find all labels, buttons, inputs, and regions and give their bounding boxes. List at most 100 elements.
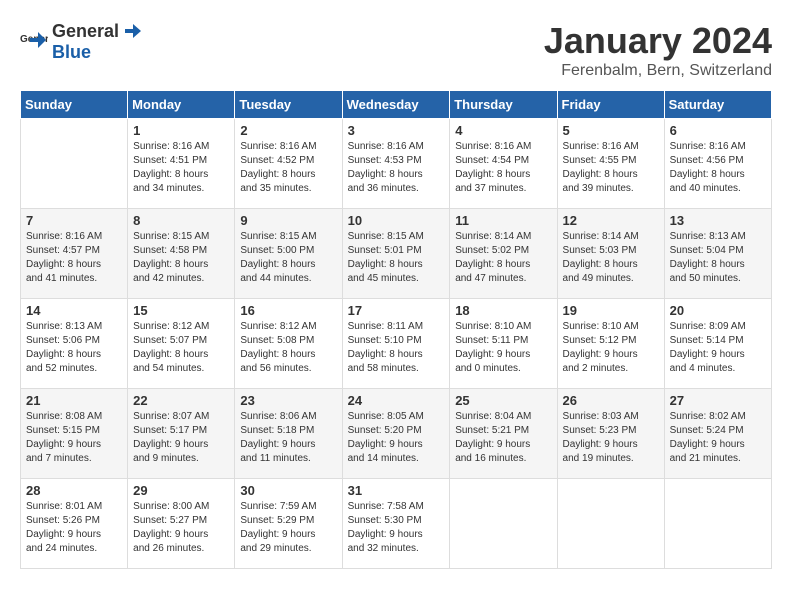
day-info: Sunrise: 8:03 AM Sunset: 5:23 PM Dayligh… [563,410,659,466]
day-number: 10 [348,213,445,228]
calendar-week-row: 1Sunrise: 8:16 AM Sunset: 4:51 PM Daylig… [21,119,772,209]
day-number: 13 [670,213,766,228]
day-number: 30 [240,483,336,498]
calendar-cell [664,479,771,569]
calendar-cell: 4 Sunrise: 8:16 AM Sunset: 4:54 PM Daylig… [450,119,557,209]
day-info: Sunrise: 8:01 AM Sunset: 5:26 PM Dayligh… [26,500,122,556]
day-number: 25 [455,393,551,408]
day-info: Sunrise: 8:16 AM Sunset: 4:54 PM Dayligh… [455,140,551,196]
calendar-cell: 2 Sunrise: 8:16 AM Sunset: 4:52 PM Daylig… [235,119,342,209]
day-number: 21 [26,393,122,408]
day-number: 17 [348,303,445,318]
calendar-cell: 12 Sunrise: 8:14 AM Sunset: 5:03 PM Dayli… [557,209,664,299]
logo-icon: General [20,28,48,56]
day-number: 14 [26,303,122,318]
calendar-cell [450,479,557,569]
calendar-cell: 20 Sunrise: 8:09 AM Sunset: 5:14 PM Dayli… [664,299,771,389]
calendar-cell: 19Sunrise: 8:10 AM Sunset: 5:12 PM Dayli… [557,299,664,389]
day-number: 11 [455,213,551,228]
day-number: 2 [240,123,336,138]
day-info: Sunrise: 8:06 AM Sunset: 5:18 PM Dayligh… [240,410,336,466]
calendar-table: SundayMondayTuesdayWednesdayThursdayFrid… [20,90,772,569]
calendar-cell: 5 Sunrise: 8:16 AM Sunset: 4:55 PM Daylig… [557,119,664,209]
day-number: 22 [133,393,229,408]
day-info: Sunrise: 8:16 AM Sunset: 4:57 PM Dayligh… [26,230,122,286]
day-info: Sunrise: 8:14 AM Sunset: 5:03 PM Dayligh… [563,230,659,286]
day-number: 9 [240,213,336,228]
calendar-cell: 31Sunrise: 7:58 AM Sunset: 5:30 PM Dayli… [342,479,450,569]
day-info: Sunrise: 8:15 AM Sunset: 5:01 PM Dayligh… [348,230,445,286]
day-info: Sunrise: 8:07 AM Sunset: 5:17 PM Dayligh… [133,410,229,466]
day-info: Sunrise: 8:10 AM Sunset: 5:12 PM Dayligh… [563,320,659,376]
day-info: Sunrise: 8:00 AM Sunset: 5:27 PM Dayligh… [133,500,229,556]
calendar-week-row: 7 Sunrise: 8:16 AM Sunset: 4:57 PM Daylig… [21,209,772,299]
calendar-cell: 7 Sunrise: 8:16 AM Sunset: 4:57 PM Daylig… [21,209,128,299]
day-number: 31 [348,483,445,498]
day-info: Sunrise: 8:11 AM Sunset: 5:10 PM Dayligh… [348,320,445,376]
title-area: January 2024 Ferenbalm, Bern, Switzerlan… [544,20,772,80]
calendar-day-header: Saturday [664,91,771,119]
calendar-cell: 27 Sunrise: 8:02 AM Sunset: 5:24 PM Dayli… [664,389,771,479]
calendar-cell: 10 Sunrise: 8:15 AM Sunset: 5:01 PM Dayli… [342,209,450,299]
header: General General Blue January 2024 Ferenb… [20,20,772,80]
day-number: 20 [670,303,766,318]
calendar-week-row: 21 Sunrise: 8:08 AM Sunset: 5:15 PM Dayli… [21,389,772,479]
calendar-cell: 11Sunrise: 8:14 AM Sunset: 5:02 PM Dayli… [450,209,557,299]
day-info: Sunrise: 8:16 AM Sunset: 4:56 PM Dayligh… [670,140,766,196]
calendar-day-header: Thursday [450,91,557,119]
calendar-cell: 18 Sunrise: 8:10 AM Sunset: 5:11 PM Dayli… [450,299,557,389]
day-number: 15 [133,303,229,318]
calendar-week-row: 28 Sunrise: 8:01 AM Sunset: 5:26 PM Dayli… [21,479,772,569]
day-info: Sunrise: 8:13 AM Sunset: 5:06 PM Dayligh… [26,320,122,376]
day-number: 28 [26,483,122,498]
day-number: 8 [133,213,229,228]
calendar-cell: 16Sunrise: 8:12 AM Sunset: 5:08 PM Dayli… [235,299,342,389]
calendar-cell: 24Sunrise: 8:05 AM Sunset: 5:20 PM Dayli… [342,389,450,479]
calendar-cell: 9 Sunrise: 8:15 AM Sunset: 5:00 PM Daylig… [235,209,342,299]
day-number: 3 [348,123,445,138]
day-info: Sunrise: 8:16 AM Sunset: 4:55 PM Dayligh… [563,140,659,196]
calendar-body: 1Sunrise: 8:16 AM Sunset: 4:51 PM Daylig… [21,119,772,569]
day-info: Sunrise: 8:12 AM Sunset: 5:07 PM Dayligh… [133,320,229,376]
day-number: 23 [240,393,336,408]
calendar-cell: 3Sunrise: 8:16 AM Sunset: 4:53 PM Daylig… [342,119,450,209]
day-info: Sunrise: 8:10 AM Sunset: 5:11 PM Dayligh… [455,320,551,376]
logo-text-blue: Blue [52,42,143,63]
day-info: Sunrise: 8:16 AM Sunset: 4:52 PM Dayligh… [240,140,336,196]
logo-text-general: General [52,21,119,42]
logo-arrow-icon [121,20,143,42]
day-number: 16 [240,303,336,318]
day-info: Sunrise: 7:59 AM Sunset: 5:29 PM Dayligh… [240,500,336,556]
day-info: Sunrise: 8:02 AM Sunset: 5:24 PM Dayligh… [670,410,766,466]
day-number: 7 [26,213,122,228]
calendar-cell: 8 Sunrise: 8:15 AM Sunset: 4:58 PM Daylig… [128,209,235,299]
calendar-day-header: Wednesday [342,91,450,119]
day-number: 5 [563,123,659,138]
calendar-cell: 22 Sunrise: 8:07 AM Sunset: 5:17 PM Dayli… [128,389,235,479]
calendar-cell: 23 Sunrise: 8:06 AM Sunset: 5:18 PM Dayli… [235,389,342,479]
calendar-cell: 26Sunrise: 8:03 AM Sunset: 5:23 PM Dayli… [557,389,664,479]
day-info: Sunrise: 8:16 AM Sunset: 4:51 PM Dayligh… [133,140,229,196]
day-number: 27 [670,393,766,408]
calendar-cell: 17 Sunrise: 8:11 AM Sunset: 5:10 PM Dayli… [342,299,450,389]
day-number: 4 [455,123,551,138]
calendar-cell [21,119,128,209]
calendar-cell: 14 Sunrise: 8:13 AM Sunset: 5:06 PM Dayli… [21,299,128,389]
day-info: Sunrise: 8:04 AM Sunset: 5:21 PM Dayligh… [455,410,551,466]
day-info: Sunrise: 8:15 AM Sunset: 5:00 PM Dayligh… [240,230,336,286]
calendar-cell: 29Sunrise: 8:00 AM Sunset: 5:27 PM Dayli… [128,479,235,569]
calendar-week-row: 14 Sunrise: 8:13 AM Sunset: 5:06 PM Dayli… [21,299,772,389]
day-info: Sunrise: 8:15 AM Sunset: 4:58 PM Dayligh… [133,230,229,286]
day-info: Sunrise: 8:09 AM Sunset: 5:14 PM Dayligh… [670,320,766,376]
day-number: 18 [455,303,551,318]
calendar-header-row: SundayMondayTuesdayWednesdayThursdayFrid… [21,91,772,119]
day-info: Sunrise: 8:08 AM Sunset: 5:15 PM Dayligh… [26,410,122,466]
logo: General General Blue [20,20,143,63]
calendar-cell: 21 Sunrise: 8:08 AM Sunset: 5:15 PM Dayli… [21,389,128,479]
day-number: 6 [670,123,766,138]
calendar-day-header: Tuesday [235,91,342,119]
day-number: 12 [563,213,659,228]
calendar-day-header: Monday [128,91,235,119]
calendar-cell: 28 Sunrise: 8:01 AM Sunset: 5:26 PM Dayli… [21,479,128,569]
day-info: Sunrise: 8:05 AM Sunset: 5:20 PM Dayligh… [348,410,445,466]
